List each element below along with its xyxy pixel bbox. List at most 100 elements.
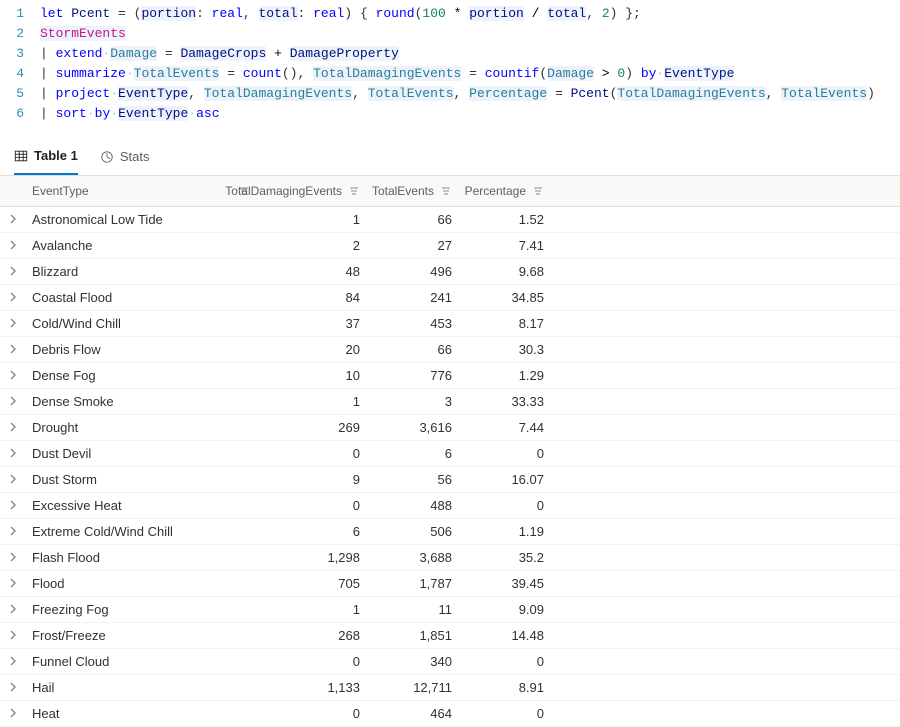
cell-percentage: 0 [458, 649, 550, 675]
row-expander[interactable] [0, 259, 26, 285]
cell-totaldamaging: 1 [256, 389, 366, 415]
table-row[interactable]: Drought2693,6167.44 [0, 415, 900, 441]
code-content[interactable]: | extend·Damage = DamageCrops + DamagePr… [40, 44, 900, 64]
row-expander[interactable] [0, 389, 26, 415]
table-row[interactable]: Astronomical Low Tide1661.52 [0, 207, 900, 233]
row-expander[interactable] [0, 597, 26, 623]
row-expander[interactable] [0, 467, 26, 493]
result-tabs: Table 1 Stats [0, 138, 900, 176]
table-row[interactable]: Flood7051,78739.45 [0, 571, 900, 597]
table-row[interactable]: Flash Flood1,2983,68835.2 [0, 545, 900, 571]
cell-empty [550, 311, 900, 337]
cell-eventtype: Avalanche [26, 233, 256, 259]
row-expander[interactable] [0, 415, 26, 441]
editor-line[interactable]: 5| project·EventType, TotalDamagingEvent… [0, 84, 900, 104]
cell-empty [550, 259, 900, 285]
row-expander[interactable] [0, 285, 26, 311]
table-row[interactable]: Coastal Flood8424134.85 [0, 285, 900, 311]
col-menu-icon[interactable] [348, 185, 360, 197]
table-row[interactable]: Dense Fog107761.29 [0, 363, 900, 389]
cell-empty [550, 415, 900, 441]
cell-totalevents: 496 [366, 259, 458, 285]
table-row[interactable]: Dust Devil060 [0, 441, 900, 467]
row-expander[interactable] [0, 545, 26, 571]
cell-totaldamaging: 0 [256, 649, 366, 675]
table-row[interactable]: Funnel Cloud03400 [0, 649, 900, 675]
table-row[interactable]: Dust Storm95616.07 [0, 467, 900, 493]
tab-stats[interactable]: Stats [100, 138, 150, 175]
code-content[interactable]: | project·EventType, TotalDamagingEvents… [40, 84, 900, 104]
editor-line[interactable]: 3| extend·Damage = DamageCrops + DamageP… [0, 44, 900, 64]
col-eventtype[interactable]: EventType [26, 176, 256, 207]
table-row[interactable]: Hail1,13312,7118.91 [0, 675, 900, 701]
cell-totaldamaging: 0 [256, 441, 366, 467]
tab-table-label: Table 1 [34, 148, 78, 163]
row-expander[interactable] [0, 363, 26, 389]
editor-line[interactable]: 2StormEvents [0, 24, 900, 44]
cell-empty [550, 623, 900, 649]
col-menu-icon[interactable] [440, 185, 452, 197]
cell-totalevents: 776 [366, 363, 458, 389]
line-number: 2 [0, 24, 40, 44]
editor-line[interactable]: 1let Pcent = (portion: real, total: real… [0, 4, 900, 24]
cell-totalevents: 56 [366, 467, 458, 493]
col-percentage-label: Percentage [465, 184, 526, 198]
editor-line[interactable]: 6| sort·by·EventType·asc [0, 104, 900, 124]
table-row[interactable]: Extreme Cold/Wind Chill65061.19 [0, 519, 900, 545]
row-expander[interactable] [0, 441, 26, 467]
cell-totaldamaging: 2 [256, 233, 366, 259]
cell-totaldamaging: 10 [256, 363, 366, 389]
tab-table[interactable]: Table 1 [14, 138, 78, 175]
cell-totalevents: 3,616 [366, 415, 458, 441]
table-row[interactable]: Debris Flow206630.3 [0, 337, 900, 363]
stats-icon [100, 150, 114, 164]
table-row[interactable]: Dense Smoke1333.33 [0, 389, 900, 415]
editor-line[interactable]: 4| summarize·TotalEvents = count(), Tota… [0, 64, 900, 84]
cell-empty [550, 571, 900, 597]
code-content[interactable]: | sort·by·EventType·asc [40, 104, 900, 124]
code-content[interactable]: | summarize·TotalEvents = count(), Total… [40, 64, 900, 84]
cell-percentage: 0 [458, 493, 550, 519]
row-expander[interactable] [0, 493, 26, 519]
line-number: 6 [0, 104, 40, 124]
table-row[interactable]: Frost/Freeze2681,85114.48 [0, 623, 900, 649]
row-expander[interactable] [0, 649, 26, 675]
col-totalevents[interactable]: TotalEvents [366, 176, 458, 207]
results-table-wrap: EventType TotalDamagingEvents TotalEvent… [0, 176, 900, 727]
table-row[interactable]: Avalanche2277.41 [0, 233, 900, 259]
cell-totaldamaging: 269 [256, 415, 366, 441]
cell-totaldamaging: 1,298 [256, 545, 366, 571]
cell-totalevents: 66 [366, 207, 458, 233]
cell-empty [550, 545, 900, 571]
code-content[interactable]: StormEvents [40, 24, 900, 44]
row-expander[interactable] [0, 207, 26, 233]
row-expander[interactable] [0, 623, 26, 649]
query-editor[interactable]: 1let Pcent = (portion: real, total: real… [0, 0, 900, 134]
cell-totaldamaging: 268 [256, 623, 366, 649]
cell-totalevents: 488 [366, 493, 458, 519]
table-row[interactable]: Cold/Wind Chill374538.17 [0, 311, 900, 337]
cell-eventtype: Frost/Freeze [26, 623, 256, 649]
row-expander[interactable] [0, 571, 26, 597]
row-expander[interactable] [0, 519, 26, 545]
cell-eventtype: Dust Devil [26, 441, 256, 467]
row-expander[interactable] [0, 311, 26, 337]
row-expander[interactable] [0, 675, 26, 701]
cell-totalevents: 340 [366, 649, 458, 675]
table-row[interactable]: Excessive Heat04880 [0, 493, 900, 519]
cell-totaldamaging: 1,133 [256, 675, 366, 701]
table-icon [14, 149, 28, 163]
cell-totalevents: 66 [366, 337, 458, 363]
cell-totaldamaging: 0 [256, 493, 366, 519]
cell-empty [550, 649, 900, 675]
col-percentage[interactable]: Percentage [458, 176, 550, 207]
col-totaldamaging[interactable]: TotalDamagingEvents [256, 176, 366, 207]
cell-eventtype: Drought [26, 415, 256, 441]
table-row[interactable]: Freezing Fog1119.09 [0, 597, 900, 623]
col-menu-icon[interactable] [532, 185, 544, 197]
code-content[interactable]: let Pcent = (portion: real, total: real)… [40, 4, 900, 24]
row-expander[interactable] [0, 233, 26, 259]
cell-totaldamaging: 20 [256, 337, 366, 363]
table-row[interactable]: Blizzard484969.68 [0, 259, 900, 285]
row-expander[interactable] [0, 337, 26, 363]
